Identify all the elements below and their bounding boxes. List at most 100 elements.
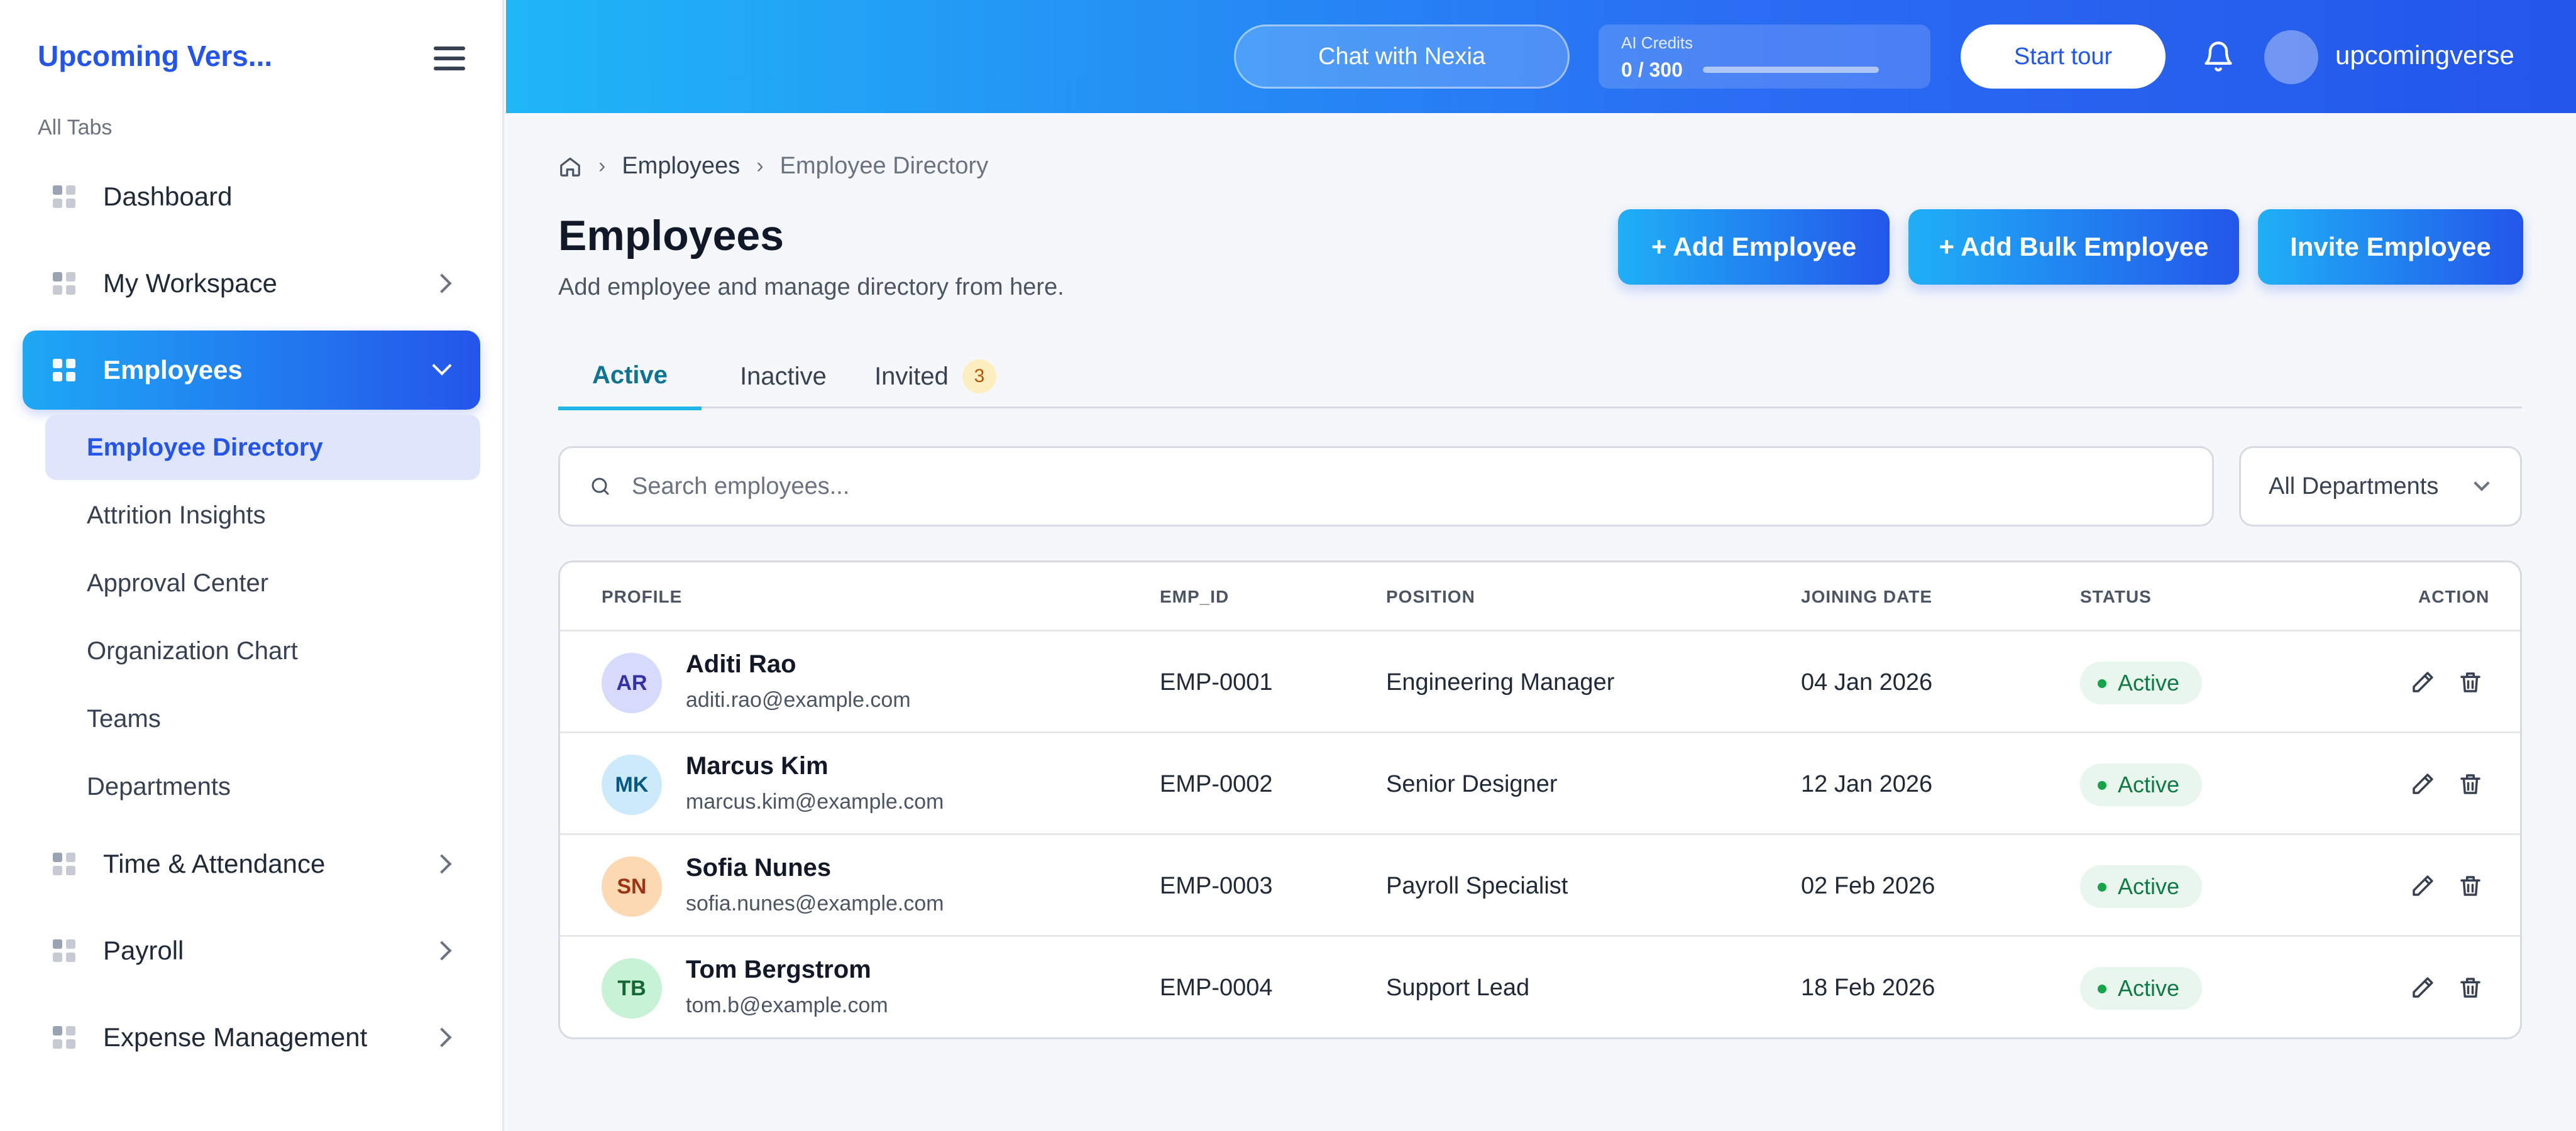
invite-employee-button[interactable]: Invite Employee xyxy=(2258,209,2523,285)
sidebar-item-label: Expense Management xyxy=(103,1022,368,1052)
employee-avatar: MK xyxy=(602,755,662,815)
status-dot-icon xyxy=(2098,985,2106,993)
sidebar-item-label: My Workspace xyxy=(103,268,277,298)
tab-active[interactable]: Active xyxy=(558,344,702,410)
column-header-joining-date: JOINING DATE xyxy=(1801,587,1933,606)
ai-credits-widget: AI Credits 0 / 300 xyxy=(1599,25,1930,89)
home-icon[interactable] xyxy=(558,155,582,178)
employee-avatar: AR xyxy=(602,653,662,713)
employee-avatar: SN xyxy=(602,856,662,917)
employee-position: Payroll Specialist xyxy=(1386,872,1568,899)
sidebar-item-dashboard[interactable]: Dashboard xyxy=(23,157,480,236)
add-bulk-employee-button[interactable]: + Add Bulk Employee xyxy=(1908,209,2239,285)
department-filter-select[interactable]: All Departments xyxy=(2239,446,2522,527)
invited-count-badge: 3 xyxy=(962,359,996,393)
employee-id: EMP-0003 xyxy=(1160,872,1273,899)
sidebar-item-employees[interactable]: Employees xyxy=(23,331,480,410)
column-header-emp-id: EMP_ID xyxy=(1160,587,1230,606)
employee-joining-date: 12 Jan 2026 xyxy=(1801,770,1933,797)
payroll-icon xyxy=(53,939,75,962)
breadcrumb-separator-icon: › xyxy=(598,154,606,178)
sidebar-item-label: Time & Attendance xyxy=(103,849,326,878)
status-dot-icon xyxy=(2098,883,2106,892)
bell-icon[interactable] xyxy=(2202,40,2235,73)
page-subtitle: Add employee and manage directory from h… xyxy=(558,274,1064,300)
top-bar: Chat with Nexia AI Credits 0 / 300 Start… xyxy=(506,0,2576,113)
table-row[interactable]: SN Sofia Nunes sofia.nunes@example.com E… xyxy=(560,835,2520,937)
sidebar: Upcoming Vers... All Tabs Dashboard My W… xyxy=(0,0,504,1131)
employee-name[interactable]: Tom Bergstrom xyxy=(686,956,871,984)
chevron-right-icon xyxy=(432,1027,452,1047)
sidebar-subitem-teams[interactable]: Teams xyxy=(45,686,480,751)
trash-icon[interactable] xyxy=(2457,669,2484,696)
employee-joining-date: 18 Feb 2026 xyxy=(1801,974,1935,1001)
edit-icon[interactable] xyxy=(2409,771,2436,797)
employee-joining-date: 02 Feb 2026 xyxy=(1801,872,1935,899)
employee-id: EMP-0004 xyxy=(1160,974,1273,1001)
employee-name[interactable]: Aditi Rao xyxy=(686,650,796,679)
status-dot-icon xyxy=(2098,679,2106,688)
chevron-down-icon xyxy=(432,356,452,376)
sidebar-item-my-workspace[interactable]: My Workspace xyxy=(23,244,480,323)
status-badge: Active xyxy=(2080,865,2203,908)
sidebar-subitem-approval-center[interactable]: Approval Center xyxy=(45,550,480,616)
employee-name[interactable]: Sofia Nunes xyxy=(686,854,831,882)
trash-icon[interactable] xyxy=(2457,771,2484,797)
chat-with-nexia-button[interactable]: Chat with Nexia xyxy=(1234,25,1570,89)
employees-icon xyxy=(53,359,75,381)
tab-invited[interactable]: Invited 3 xyxy=(860,344,1011,408)
trash-icon[interactable] xyxy=(2457,873,2484,899)
breadcrumb-employees[interactable]: Employees xyxy=(622,153,740,180)
menu-toggle-icon[interactable] xyxy=(434,46,465,70)
chevron-right-icon xyxy=(432,854,452,874)
sidebar-subitem-label: Departments xyxy=(87,772,231,800)
employee-position: Support Lead xyxy=(1386,974,1530,1001)
chevron-right-icon xyxy=(432,941,452,961)
department-filter-value: All Departments xyxy=(2269,473,2439,500)
sidebar-subitem-label: Teams xyxy=(87,704,161,733)
brand-name[interactable]: Upcoming Vers... xyxy=(38,39,272,73)
employee-id: EMP-0002 xyxy=(1160,770,1273,797)
employee-table: PROFILE EMP_ID POSITION JOINING DATE STA… xyxy=(558,560,2522,1039)
section-label: All Tabs xyxy=(38,116,113,139)
sidebar-subitem-label: Organization Chart xyxy=(87,637,298,665)
trash-icon[interactable] xyxy=(2457,975,2484,1001)
sidebar-item-time-attendance[interactable]: Time & Attendance xyxy=(23,824,480,904)
sidebar-item-payroll[interactable]: Payroll xyxy=(23,911,480,990)
sidebar-subitem-employee-directory[interactable]: Employee Directory xyxy=(45,415,480,480)
edit-icon[interactable] xyxy=(2409,873,2436,899)
status-label: Active xyxy=(2118,772,2180,797)
table-row[interactable]: MK Marcus Kim marcus.kim@example.com EMP… xyxy=(560,733,2520,835)
status-dot-icon xyxy=(2098,781,2106,790)
employee-name[interactable]: Marcus Kim xyxy=(686,752,828,780)
table-row[interactable]: TB Tom Bergstrom tom.b@example.com EMP-0… xyxy=(560,937,2520,1037)
sidebar-subitem-attrition-insights[interactable]: Attrition Insights xyxy=(45,483,480,548)
search-input[interactable] xyxy=(630,472,2139,501)
start-tour-button[interactable]: Start tour xyxy=(1961,25,2166,89)
username[interactable]: upcomingverse xyxy=(2335,40,2514,70)
breadcrumb-separator-icon: › xyxy=(756,154,764,178)
status-label: Active xyxy=(2118,873,2180,899)
employee-email: aditi.rao@example.com xyxy=(686,688,911,712)
sidebar-item-label: Employees xyxy=(103,355,243,385)
tab-inactive[interactable]: Inactive xyxy=(725,344,841,408)
page-title: Employees xyxy=(558,212,784,260)
table-row[interactable]: AR Aditi Rao aditi.rao@example.com EMP-0… xyxy=(560,631,2520,733)
add-employee-button[interactable]: + Add Employee xyxy=(1618,209,1890,285)
edit-icon[interactable] xyxy=(2409,669,2436,696)
column-header-position: POSITION xyxy=(1386,587,1475,606)
status-badge: Active xyxy=(2080,763,2203,806)
workspace-icon xyxy=(53,272,75,295)
employee-email: marcus.kim@example.com xyxy=(686,790,944,814)
sidebar-item-expense-management[interactable]: Expense Management xyxy=(23,998,480,1077)
column-header-status: STATUS xyxy=(2080,587,2152,606)
sidebar-subitem-departments[interactable]: Departments xyxy=(45,754,480,819)
edit-icon[interactable] xyxy=(2409,975,2436,1001)
column-header-profile: PROFILE xyxy=(602,587,683,606)
employee-joining-date: 04 Jan 2026 xyxy=(1801,669,1933,696)
table-header: PROFILE EMP_ID POSITION JOINING DATE STA… xyxy=(560,562,2520,631)
sidebar-subitem-organization-chart[interactable]: Organization Chart xyxy=(45,618,480,684)
user-avatar[interactable] xyxy=(2264,30,2318,84)
ai-credits-value: 0 / 300 xyxy=(1621,58,1683,81)
sidebar-subitem-label: Approval Center xyxy=(87,569,269,597)
